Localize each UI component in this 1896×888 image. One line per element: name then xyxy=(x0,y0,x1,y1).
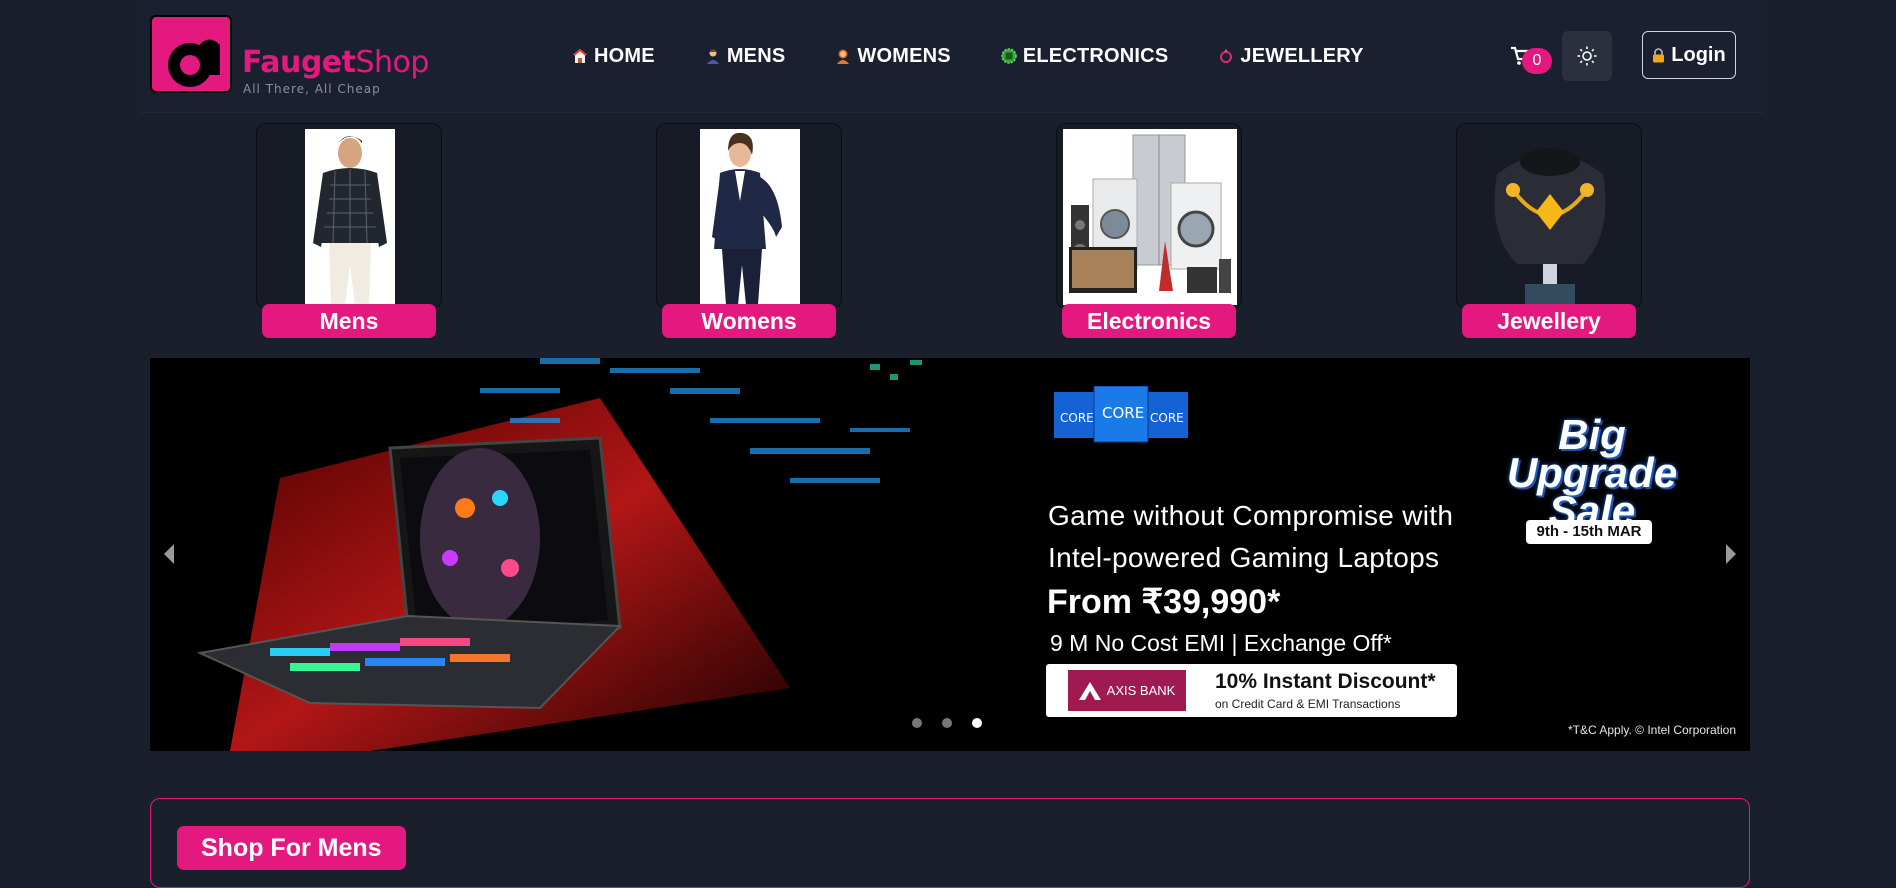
category-jewellery-frame xyxy=(1456,123,1642,309)
brand-name: FaugetShop xyxy=(242,45,429,80)
nav-electronics[interactable]: ELECTRONICS xyxy=(1001,44,1169,68)
brand-name-light: Shop xyxy=(355,45,430,80)
brand-logo[interactable]: FaugetShop All There, All Cheap xyxy=(150,15,440,97)
nav-jewellery[interactable]: JEWELLERY xyxy=(1218,44,1363,68)
promo-carousel: CORE CORE CORE Game without Compromise w… xyxy=(150,358,1750,751)
axis-bank-logo: AXIS BANK xyxy=(1068,670,1186,711)
woman-icon xyxy=(837,49,850,64)
chevron-right-icon xyxy=(1726,544,1736,564)
svg-text:CORE: CORE xyxy=(1150,411,1184,425)
main-nav: HOME MENS WOMENS ELECTRONICS JEWELLERY xyxy=(572,44,1414,68)
category-womens[interactable]: Womens xyxy=(656,123,842,339)
category-jewellery[interactable]: Jewellery xyxy=(1456,123,1642,339)
ring-icon xyxy=(1220,49,1233,63)
carousel-indicators xyxy=(912,718,1002,728)
login-label: Login xyxy=(1671,43,1726,66)
brand-tagline: All There, All Cheap xyxy=(243,82,381,96)
instant-discount-subtext: on Credit Card & EMI Transactions xyxy=(1215,697,1401,711)
carousel-next-button[interactable] xyxy=(1714,534,1744,574)
nav-electronics-label: ELECTRONICS xyxy=(1022,44,1169,67)
top-navbar: FaugetShop All There, All Cheap HOME MEN… xyxy=(140,0,1764,113)
category-jewellery-label: Jewellery xyxy=(1462,304,1636,338)
instant-discount-text: 10% Instant Discount* xyxy=(1215,670,1436,693)
login-button[interactable]: Login xyxy=(1642,31,1736,79)
category-womens-label: Womens xyxy=(662,304,836,338)
category-electronics-frame xyxy=(1056,123,1242,309)
gaming-laptop-banner-art xyxy=(196,358,922,751)
theme-toggle-button[interactable] xyxy=(1562,31,1612,81)
lock-icon xyxy=(1653,47,1665,62)
nav-home[interactable]: HOME xyxy=(572,44,655,68)
carousel-dot-3[interactable] xyxy=(972,718,982,728)
category-electronics[interactable]: Electronics xyxy=(1056,123,1242,339)
category-womens-frame xyxy=(656,123,842,309)
chevron-left-icon xyxy=(164,544,174,564)
banner-emi-offer: 9 M No Cost EMI | Exchange Off* xyxy=(1050,630,1392,656)
axis-bank-name: AXIS BANK xyxy=(1106,683,1176,698)
intel-core-badges: CORE CORE CORE xyxy=(1054,386,1188,443)
banner-headline-line2: Intel-powered Gaming Laptops xyxy=(1048,542,1440,573)
carousel-dot-2[interactable] xyxy=(942,718,952,728)
shop-for-mens-section: Shop For Mens xyxy=(150,798,1750,888)
nav-home-label: HOME xyxy=(594,44,655,67)
category-mens-frame xyxy=(256,123,442,309)
svg-text:CORE: CORE xyxy=(1102,404,1144,422)
terms-note: *T&C Apply. © Intel Corporation xyxy=(1568,723,1737,737)
appliances-image xyxy=(1063,129,1237,305)
carousel-dot-1[interactable] xyxy=(912,718,922,728)
nav-womens[interactable]: WOMENS xyxy=(835,44,951,68)
carousel-prev-button[interactable] xyxy=(156,534,186,574)
bank-offer-box: AXIS BANK 10% Instant Discount* on Credi… xyxy=(1046,664,1457,717)
mens-shirt-image xyxy=(305,129,395,305)
category-electronics-label: Electronics xyxy=(1062,304,1236,338)
nav-jewellery-label: JEWELLERY xyxy=(1240,44,1364,67)
cart-count-badge: 0 xyxy=(1522,48,1552,74)
big-upgrade-sale-logo: Big Upgrade Sale xyxy=(1506,411,1678,534)
sale-dates-badge: 9th - 15th MAR xyxy=(1526,520,1652,544)
sun-icon xyxy=(1577,46,1597,66)
womens-blazer-image xyxy=(700,129,800,305)
brand-name-bold: Fauget xyxy=(242,45,356,80)
section-title: Shop For Mens xyxy=(177,826,406,870)
nav-mens-label: MENS xyxy=(726,44,786,67)
banner-headline-line1: Game without Compromise with xyxy=(1048,500,1454,531)
svg-text:CORE: CORE xyxy=(1060,411,1094,425)
chip-icon xyxy=(1001,48,1017,64)
category-mens-label: Mens xyxy=(262,304,436,338)
necklace-image xyxy=(1494,148,1606,304)
shopping-bag-logo-icon xyxy=(150,15,232,93)
cart-button[interactable]: 0 xyxy=(1510,44,1560,80)
category-mens[interactable]: Mens xyxy=(256,123,442,339)
banner-price: From ₹39,990* xyxy=(1047,583,1281,621)
man-icon xyxy=(706,49,719,64)
axis-bank-icon xyxy=(1078,681,1101,700)
house-icon xyxy=(573,48,587,63)
nav-mens[interactable]: MENS xyxy=(705,44,786,68)
nav-womens-label: WOMENS xyxy=(857,44,951,67)
